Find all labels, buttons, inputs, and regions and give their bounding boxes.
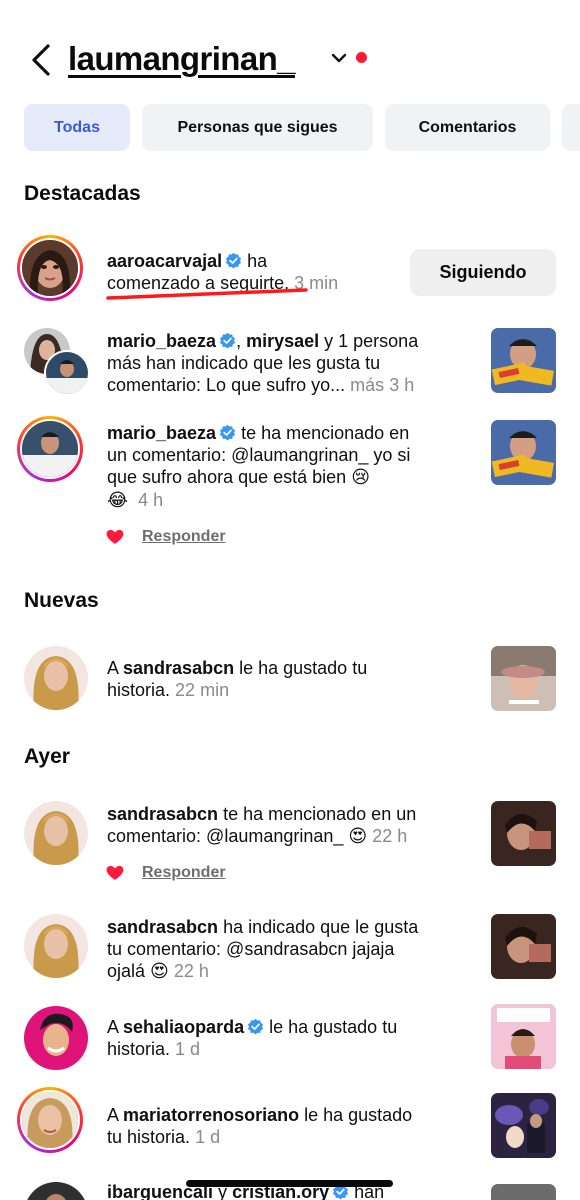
reply-row: Responder	[106, 863, 226, 883]
timestamp: 22 h	[372, 826, 408, 846]
section-title-new: Nuevas	[24, 589, 99, 612]
notification-comment-likes[interactable]: mario_baeza, mirysael y 1 persona más ha…	[0, 322, 580, 402]
story-thumbnail[interactable]	[491, 646, 556, 711]
avatar[interactable]	[17, 1087, 83, 1153]
heart-icon[interactable]	[106, 865, 124, 881]
timestamp: 3 h	[389, 375, 415, 395]
username-link[interactable]: sandrasabcn	[123, 658, 234, 678]
avatar[interactable]	[24, 801, 88, 865]
story-thumbnail[interactable]	[491, 1093, 556, 1158]
post-thumbnail[interactable]	[491, 914, 556, 979]
red-underline-annotation	[106, 288, 308, 300]
account-username[interactable]: laumangrinan_	[68, 40, 296, 78]
timestamp: 22 min	[175, 680, 230, 700]
timestamp: 1 d	[195, 1127, 221, 1147]
post-thumbnail[interactable]	[491, 328, 556, 393]
notification-mention[interactable]: sandrasabcn te ha mencionado en un comen…	[0, 799, 580, 891]
reply-button[interactable]: Responder	[142, 864, 226, 882]
notification-story-like[interactable]: A sandrasabcn le ha gustado tu historia.…	[0, 644, 580, 714]
verified-badge-icon	[219, 332, 236, 349]
username-link[interactable]: mario_baeza	[107, 423, 216, 443]
avatar[interactable]	[17, 235, 83, 301]
story-thumbnail[interactable]	[491, 1004, 556, 1069]
heart-icon[interactable]	[106, 529, 124, 545]
filter-tabs: Todas Personas que sigues Comentarios	[24, 104, 580, 152]
notification-text: A sehaliaoparda le ha gustado tu histori…	[107, 1017, 398, 1059]
verified-badge-icon	[219, 424, 236, 441]
username-link[interactable]: mirysael	[246, 331, 319, 351]
notification-story-like[interactable]: A sehaliaoparda le ha gustado tu histori…	[0, 1004, 580, 1076]
laughing-emoji: 😂	[107, 490, 129, 511]
section-title-featured: Destacadas	[24, 182, 141, 205]
reply-button[interactable]: Responder	[142, 528, 226, 546]
tab-more[interactable]	[562, 104, 580, 151]
avatar[interactable]	[24, 646, 88, 710]
notification-text: sandrasabcn te ha mencionado en un comen…	[107, 804, 417, 847]
reply-row: Responder	[106, 527, 226, 547]
username-link[interactable]: sehaliaoparda	[123, 1017, 244, 1037]
avatar	[44, 350, 90, 396]
notification-text: mario_baeza, mirysael y 1 persona más ha…	[107, 331, 419, 395]
chevron-left-icon[interactable]	[28, 42, 54, 78]
avatar[interactable]	[24, 914, 88, 978]
tab-comments[interactable]: Comentarios	[385, 104, 550, 151]
heart-eyes-emoji: 😍	[150, 961, 169, 982]
notification-story-like[interactable]: A mariatorrenosoriano le ha gustado tu h…	[0, 1087, 580, 1162]
notification-text: sandrasabcn ha indicado que le gusta tu …	[107, 917, 419, 982]
chevron-down-icon[interactable]	[330, 50, 348, 66]
heart-eyes-emoji: 😍	[348, 826, 368, 847]
post-thumbnail[interactable]	[491, 801, 556, 866]
avatar[interactable]	[24, 1182, 88, 1200]
notification-follow[interactable]: aaroacarvajal ha comenzado a seguirte. 3…	[0, 232, 580, 312]
timestamp: 4 h	[138, 490, 164, 510]
home-indicator	[186, 1180, 393, 1187]
username-link[interactable]: mario_baeza	[107, 331, 216, 351]
notification-text: A mariatorrenosoriano le ha gustado tu h…	[107, 1105, 413, 1147]
username-link[interactable]: sandrasabcn	[107, 917, 218, 937]
crying-emoji: 😢	[351, 467, 370, 488]
tab-all[interactable]: Todas	[24, 104, 130, 151]
post-thumbnail[interactable]	[491, 1184, 556, 1200]
notification-text: A sandrasabcn le ha gustado tu historia.…	[107, 658, 368, 700]
post-thumbnail[interactable]	[491, 420, 556, 485]
following-button[interactable]: Siguiendo	[410, 249, 556, 296]
notification-comment-like[interactable]: sandrasabcn ha indicado que le gusta tu …	[0, 912, 580, 992]
username-link[interactable]: mariatorrenosoriano	[123, 1105, 299, 1125]
verified-badge-icon	[248, 1018, 264, 1035]
section-title-yesterday: Ayer	[24, 745, 70, 768]
verified-badge-icon	[226, 252, 242, 269]
notification-text: mario_baeza te ha mencionado en un comen…	[107, 423, 411, 511]
header: laumangrinan_	[0, 32, 580, 88]
notification-mention[interactable]: mario_baeza te ha mencionado en un comen…	[0, 416, 580, 556]
username-link[interactable]: aaroacarvajal	[107, 251, 222, 271]
timestamp: 22 h	[173, 961, 209, 981]
notification-dot	[356, 52, 367, 63]
stacked-avatars[interactable]	[24, 328, 90, 396]
avatar[interactable]	[17, 416, 83, 482]
more-link[interactable]: más	[350, 375, 384, 395]
username-link[interactable]: sandrasabcn	[107, 804, 218, 824]
timestamp: 1 d	[175, 1039, 201, 1059]
avatar[interactable]	[24, 1006, 88, 1070]
tab-following[interactable]: Personas que sigues	[142, 104, 373, 151]
